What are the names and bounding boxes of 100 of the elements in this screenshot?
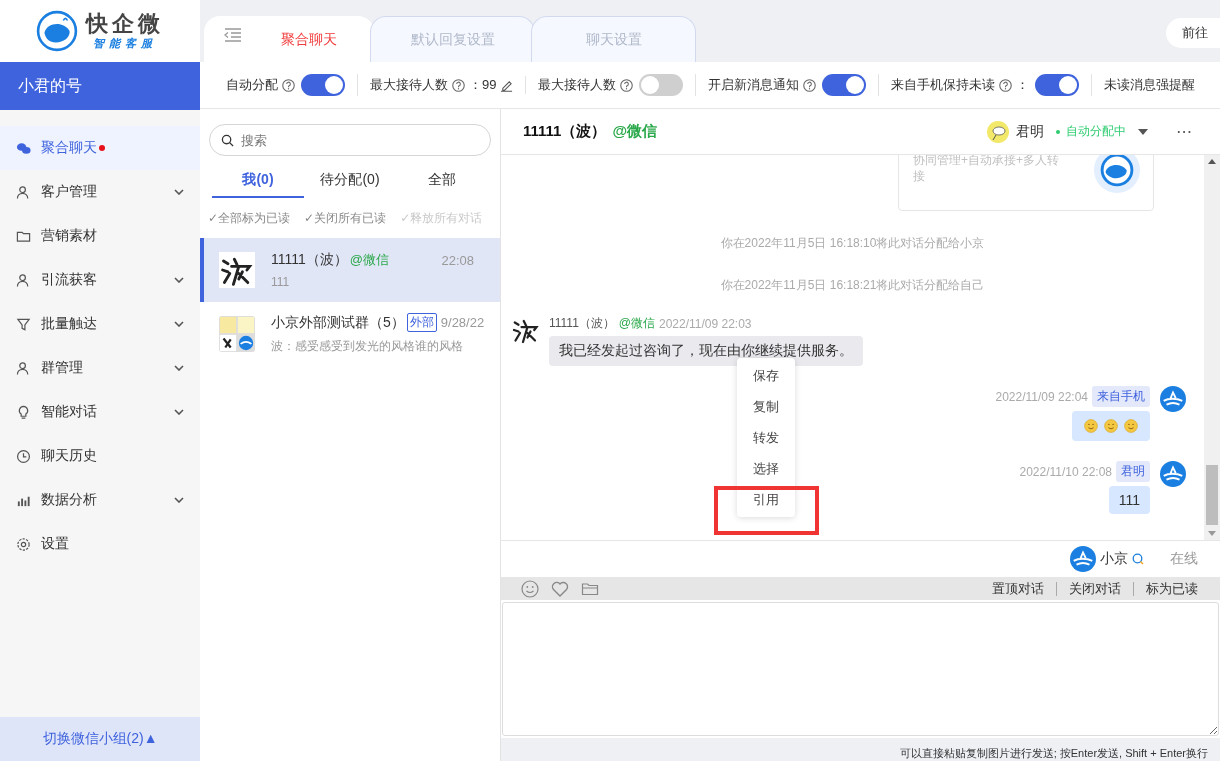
sidebar-item[interactable]: 营销素材: [0, 214, 200, 258]
online-agent-name: 小京: [1100, 550, 1128, 568]
whale-avatar-icon: [1160, 461, 1186, 487]
sidebar-item[interactable]: 引流获客: [0, 258, 200, 302]
chat-action-link[interactable]: 关闭对话: [1069, 579, 1121, 598]
help-icon[interactable]: [803, 78, 817, 92]
sidebar-item[interactable]: 数据分析: [0, 478, 200, 522]
heart-icon[interactable]: [551, 579, 569, 598]
conversation-item[interactable]: 11111（波）@微信 22:08 111: [200, 238, 500, 302]
goto-button[interactable]: 前往: [1166, 18, 1220, 48]
menu-icon: [16, 360, 31, 376]
sidebar-item[interactable]: 客户管理: [0, 170, 200, 214]
whale-avatar-icon: [1160, 386, 1186, 412]
conversation-preview: 111: [271, 275, 291, 289]
message-time: 2022/11/09 22:03: [659, 316, 752, 331]
chat-action-link[interactable]: 置顶对话: [992, 579, 1044, 598]
smile-emoji-icon: [1104, 419, 1118, 433]
list-tab[interactable]: 全部: [396, 164, 488, 198]
conversation-time: 22:08: [441, 252, 474, 268]
setting-value: ：99: [469, 76, 497, 94]
help-icon[interactable]: [620, 78, 634, 92]
agent-name: 君明: [1016, 122, 1044, 141]
agent-avatar-icon: [986, 119, 1010, 144]
sender-source: @微信: [618, 315, 655, 332]
conversation-preview: 波：感受感受到发光的风格谁的风格: [271, 338, 464, 355]
toggle-switch[interactable]: [301, 74, 345, 96]
conversation-item[interactable]: 小京外部测试群（5） 外部 9/28/22 波：感受感受到发光的风格谁的风格: [200, 302, 500, 366]
sender-tag: 来自手机: [1092, 386, 1150, 407]
logo-tagline: 智能客服: [93, 35, 157, 51]
context-menu-item[interactable]: 引用: [737, 484, 795, 515]
caret-icon[interactable]: [1138, 128, 1148, 135]
toggle-switch[interactable]: [1035, 74, 1080, 96]
smile-emoji-icon: [1084, 419, 1098, 433]
sidebar-item[interactable]: 智能对话: [0, 390, 200, 434]
chat-source: @微信: [612, 122, 658, 141]
sidebar-item[interactable]: 批量触达: [0, 302, 200, 346]
smile-emoji-icon: [1124, 419, 1138, 433]
menu-icon: [16, 404, 31, 420]
more-button[interactable]: ⋯: [1170, 122, 1198, 141]
system-notice: 你在2022年11月5日 16:18:10将此对话分配给小京: [720, 236, 985, 250]
menu-icon: [16, 316, 31, 332]
conversation-name: 小京外部测试群（5）: [271, 313, 405, 332]
setting-label: 自动分配: [226, 76, 278, 94]
menu-icon: [16, 272, 31, 288]
help-icon[interactable]: [282, 78, 295, 92]
external-tag: 外部: [406, 313, 437, 332]
list-tab[interactable]: 我(0): [212, 164, 304, 198]
toggle-switch[interactable]: [822, 74, 867, 96]
system-notice: 你在2022年11月5日 16:18:21将此对话分配给自己: [720, 278, 985, 292]
agent-status: 自动分配中: [1066, 123, 1126, 140]
sidebar-item[interactable]: 聚合聊天: [0, 126, 200, 170]
group-avatar-icon: [219, 316, 255, 352]
search-field[interactable]: 搜索: [209, 124, 491, 156]
menu-icon: [16, 448, 31, 464]
toggle-switch[interactable]: [639, 74, 684, 96]
scroll-up-icon[interactable]: [1208, 159, 1216, 164]
logo-title: 快企微: [86, 11, 164, 36]
sidebar-item[interactable]: 聊天历史: [0, 434, 200, 478]
menu-icon: [16, 184, 31, 200]
setting-label: 最大接待人数: [538, 76, 617, 94]
message-input[interactable]: [502, 602, 1219, 736]
sidebar-item[interactable]: 设置: [0, 522, 200, 566]
search-icon: [221, 134, 234, 147]
setting-label: 开启新消息通知: [708, 76, 800, 94]
conversation-time: 9/28/22: [440, 315, 485, 330]
whale-avatar-icon: [1070, 546, 1096, 572]
help-icon[interactable]: [452, 78, 465, 92]
group-switch-button[interactable]: 切换微信小组(2)▲: [0, 717, 200, 761]
message-time: 2022/11/09 22:04: [995, 389, 1088, 404]
edit-icon[interactable]: [500, 78, 514, 92]
sender-tag: 君明: [1116, 461, 1150, 482]
help-icon[interactable]: [999, 78, 1013, 92]
setting-colon: ：: [1016, 76, 1030, 94]
conversation-name: 11111（波）: [271, 251, 348, 269]
message-time: 2022/11/10 22:08: [1019, 464, 1112, 479]
context-menu-item[interactable]: 转发: [737, 422, 795, 453]
sidebar-item[interactable]: 群管理: [0, 346, 200, 390]
scroll-down-icon[interactable]: [1208, 531, 1216, 536]
menu-icon: [16, 140, 31, 156]
avatar-icon: [219, 252, 255, 288]
context-menu-item[interactable]: 复制: [737, 391, 795, 422]
sender-name: 11111（波）: [549, 315, 615, 332]
input-hint: 可以直接粘贴复制图片进行发送; 按Enter发送, Shift + Enter换行: [899, 747, 1208, 759]
chat-action-link[interactable]: 标为已读: [1146, 579, 1198, 598]
whale-logo-icon: [36, 10, 78, 52]
menu-icon: [16, 536, 31, 552]
bulk-action-link[interactable]: ✓关闭所有已读: [304, 210, 387, 238]
message-bubble: 111: [1108, 486, 1150, 514]
setting-label: 来自手机保持未读: [891, 76, 996, 94]
list-tab[interactable]: 待分配(0): [304, 164, 396, 198]
context-menu-item[interactable]: 选择: [737, 453, 795, 484]
emoji-icon[interactable]: [521, 579, 539, 598]
status-dot: [1056, 129, 1060, 134]
bulk-action-link[interactable]: ✓全部标为已读: [208, 210, 291, 238]
chat-title: 11111（波）: [523, 122, 607, 141]
conversation-source: @微信: [349, 251, 389, 269]
account-name: 小君的号: [18, 75, 82, 96]
page-tab[interactable]: 聚合聊天: [204, 16, 374, 62]
scrollbar-thumb[interactable]: [1206, 465, 1218, 525]
setting-label: 未读消息强提醒: [1104, 76, 1196, 94]
